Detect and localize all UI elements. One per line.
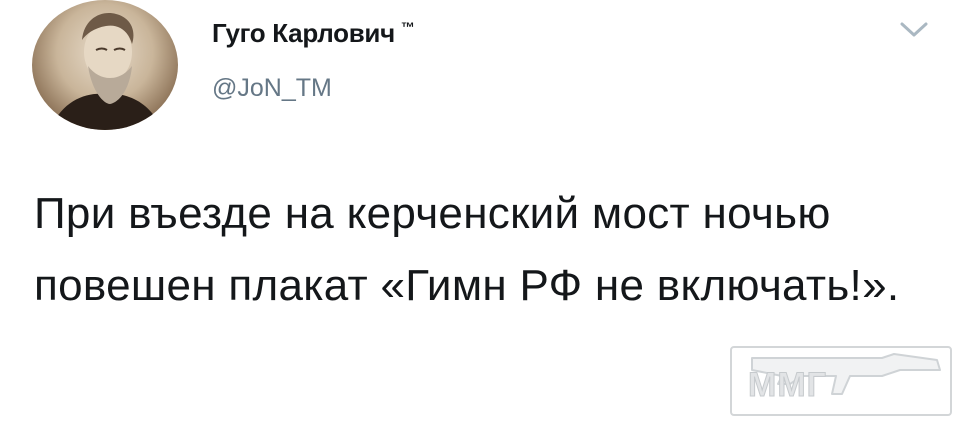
watermark-text: ММГ	[748, 366, 827, 405]
portrait-image	[50, 13, 162, 130]
author-name[interactable]: Гуго Карлович ™	[212, 18, 415, 49]
avatar[interactable]	[32, 0, 178, 130]
author-name-text: Гуго Карлович	[212, 18, 395, 48]
watermark-logo: ММГ	[730, 346, 952, 416]
chevron-down-icon[interactable]	[896, 18, 932, 42]
tweet-text: При въезде на керченский мост ночью пове…	[34, 189, 900, 310]
author-handle[interactable]: @JoN_TM	[212, 74, 332, 103]
trademark-symbol: ™	[400, 19, 415, 35]
